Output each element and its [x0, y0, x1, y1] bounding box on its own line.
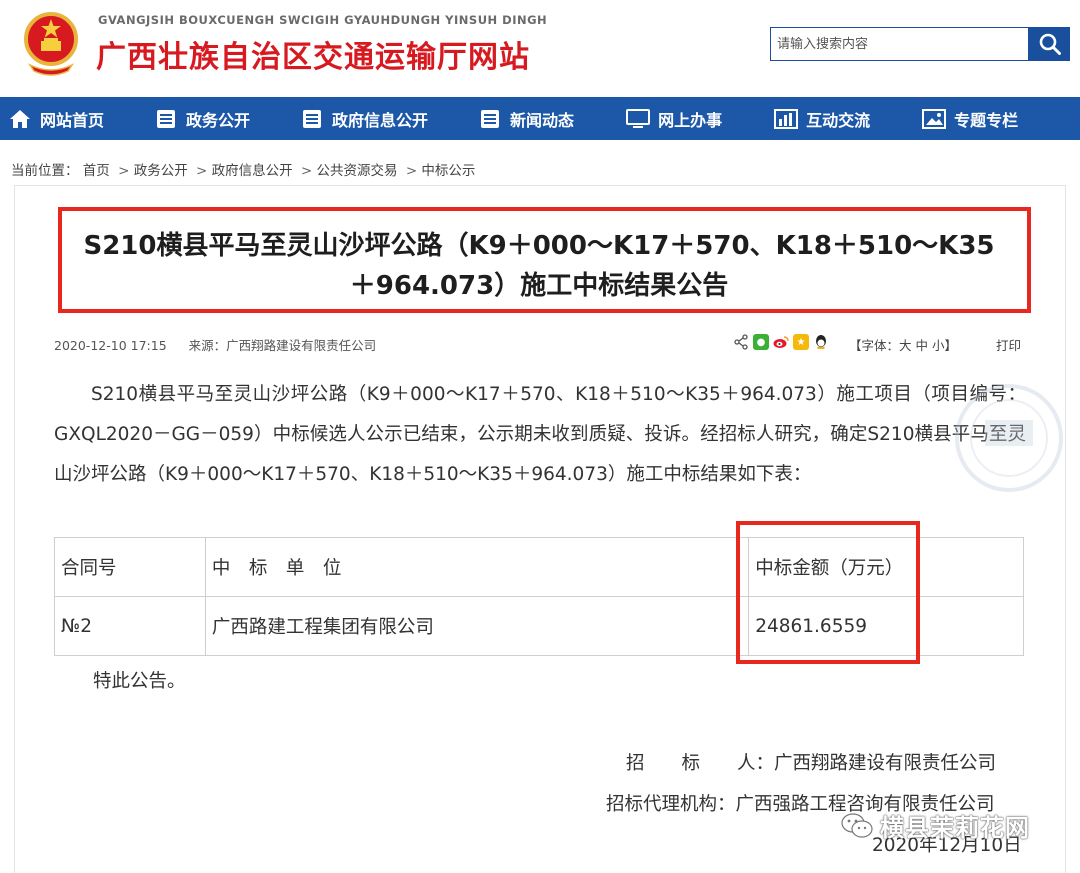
breadcrumb-separator: >	[118, 163, 130, 179]
print-link[interactable]: 打印	[996, 335, 1021, 354]
image-icon	[922, 107, 947, 131]
font-size-control[interactable]: 【字体：大 中 小】	[849, 335, 957, 354]
bar-chart-icon	[774, 107, 799, 131]
article-body: S210横县平马至灵山沙坪公路（K9＋000～K17＋570、K18＋510～K…	[54, 384, 1026, 485]
table-cell: 广西路建工程集团有限公司	[204, 596, 750, 656]
qq-icon[interactable]	[813, 334, 829, 350]
breadcrumb-separator: >	[196, 163, 208, 179]
nav-item-label: 新闻动态	[510, 110, 575, 130]
nav-item-interaction[interactable]: 互动交流	[774, 97, 870, 140]
site-watermark-seal-icon	[955, 384, 1063, 492]
nav-item-label: 专题专栏	[954, 110, 1019, 130]
search-button[interactable]	[1029, 27, 1070, 61]
nav-item-special[interactable]: 专题专栏	[922, 97, 1018, 140]
breadcrumb-separator: >	[300, 163, 313, 179]
breadcrumb-item-gov-info[interactable]: 政府信息公开	[212, 163, 293, 179]
publish-date: 2020-12-10 17:15	[54, 338, 167, 353]
document-icon	[154, 107, 178, 131]
tenderer-name: 广西翔路建设有限责任公司	[774, 753, 997, 774]
site-name-english: GVANGJSIH BOUXCUENGH SWCIGIH GYAUHDUNGH …	[98, 13, 548, 27]
search-input[interactable]	[770, 27, 1029, 61]
breadcrumb: 当前位置： 首页 > 政务公开 > 政府信息公开 > 公共资源交易 > 中标公示	[11, 159, 475, 179]
nav-item-label: 网上办事	[658, 110, 723, 130]
breadcrumb-item-home[interactable]: 首页	[83, 163, 110, 179]
article-source: 来源：广西翔路建设有限责任公司	[188, 338, 377, 353]
wechat-icon[interactable]: ●	[753, 334, 769, 350]
nav-item-label: 网站首页	[40, 110, 105, 130]
monitor-icon	[626, 107, 651, 131]
wechat-account-name: 横县茉莉花网	[880, 814, 1030, 842]
main-nav: 网站首页 政务公开 政府信息公开 新闻动态 网上办事 互动交流 专题专栏	[0, 97, 1080, 140]
nav-item-label: 互动交流	[806, 110, 871, 130]
nav-item-home[interactable]: 网站首页	[8, 97, 104, 140]
breadcrumb-prefix: 当前位置：	[11, 163, 79, 179]
breadcrumb-item-public-trading[interactable]: 公共资源交易	[317, 163, 398, 179]
tenderer-label: 招 标 人：	[626, 753, 775, 774]
amount-highlight-box	[736, 521, 920, 664]
tenderer-signature: 招 标 人：广西翔路建设有限责任公司	[626, 749, 996, 775]
article-meta: 2020-12-10 17:15 来源：广西翔路建设有限责任公司	[54, 335, 376, 354]
nav-item-gov-affairs[interactable]: 政务公开	[154, 97, 250, 140]
nav-item-news[interactable]: 新闻动态	[478, 97, 574, 140]
nav-item-label: 政府信息公开	[332, 110, 429, 130]
weibo-icon[interactable]	[773, 334, 789, 350]
breadcrumb-item-bid-notice[interactable]: 中标公示	[421, 163, 475, 179]
wechat-logo-icon	[841, 812, 873, 838]
document-icon	[300, 107, 324, 131]
wechat-watermark: 横县茉莉花网	[840, 808, 1030, 843]
national-emblem-icon	[24, 12, 78, 76]
search-bar	[770, 27, 1070, 61]
search-icon	[1039, 33, 1061, 55]
nav-item-gov-info[interactable]: 政府信息公开	[300, 97, 428, 140]
breadcrumb-item-gov-affairs[interactable]: 政务公开	[134, 163, 188, 179]
agent-label: 招标代理机构：	[606, 794, 736, 815]
share-bar: ● ★	[733, 334, 829, 350]
table-cell: №2	[54, 596, 206, 656]
article-title: S210横县平马至灵山沙坪公路（K9＋000～K17＋570、K18＋510～K…	[83, 231, 995, 301]
table-header-cell: 中 标 单 位	[204, 537, 750, 597]
closing-note: 特此公告。	[93, 671, 186, 692]
home-icon	[8, 107, 32, 131]
nav-item-label: 政务公开	[186, 110, 251, 130]
share-icon[interactable]	[733, 334, 749, 350]
table-header-cell: 合同号	[54, 537, 206, 597]
breadcrumb-separator: >	[405, 163, 418, 179]
site-name[interactable]: 广西壮族自治区交通运输厅网站	[96, 32, 530, 76]
qzone-icon[interactable]: ★	[793, 334, 809, 350]
document-icon	[478, 107, 502, 131]
site-header: GVANGJSIH BOUXCUENGH SWCIGIH GYAUHDUNGH …	[0, 0, 1080, 97]
nav-item-online-service[interactable]: 网上办事	[626, 97, 722, 140]
